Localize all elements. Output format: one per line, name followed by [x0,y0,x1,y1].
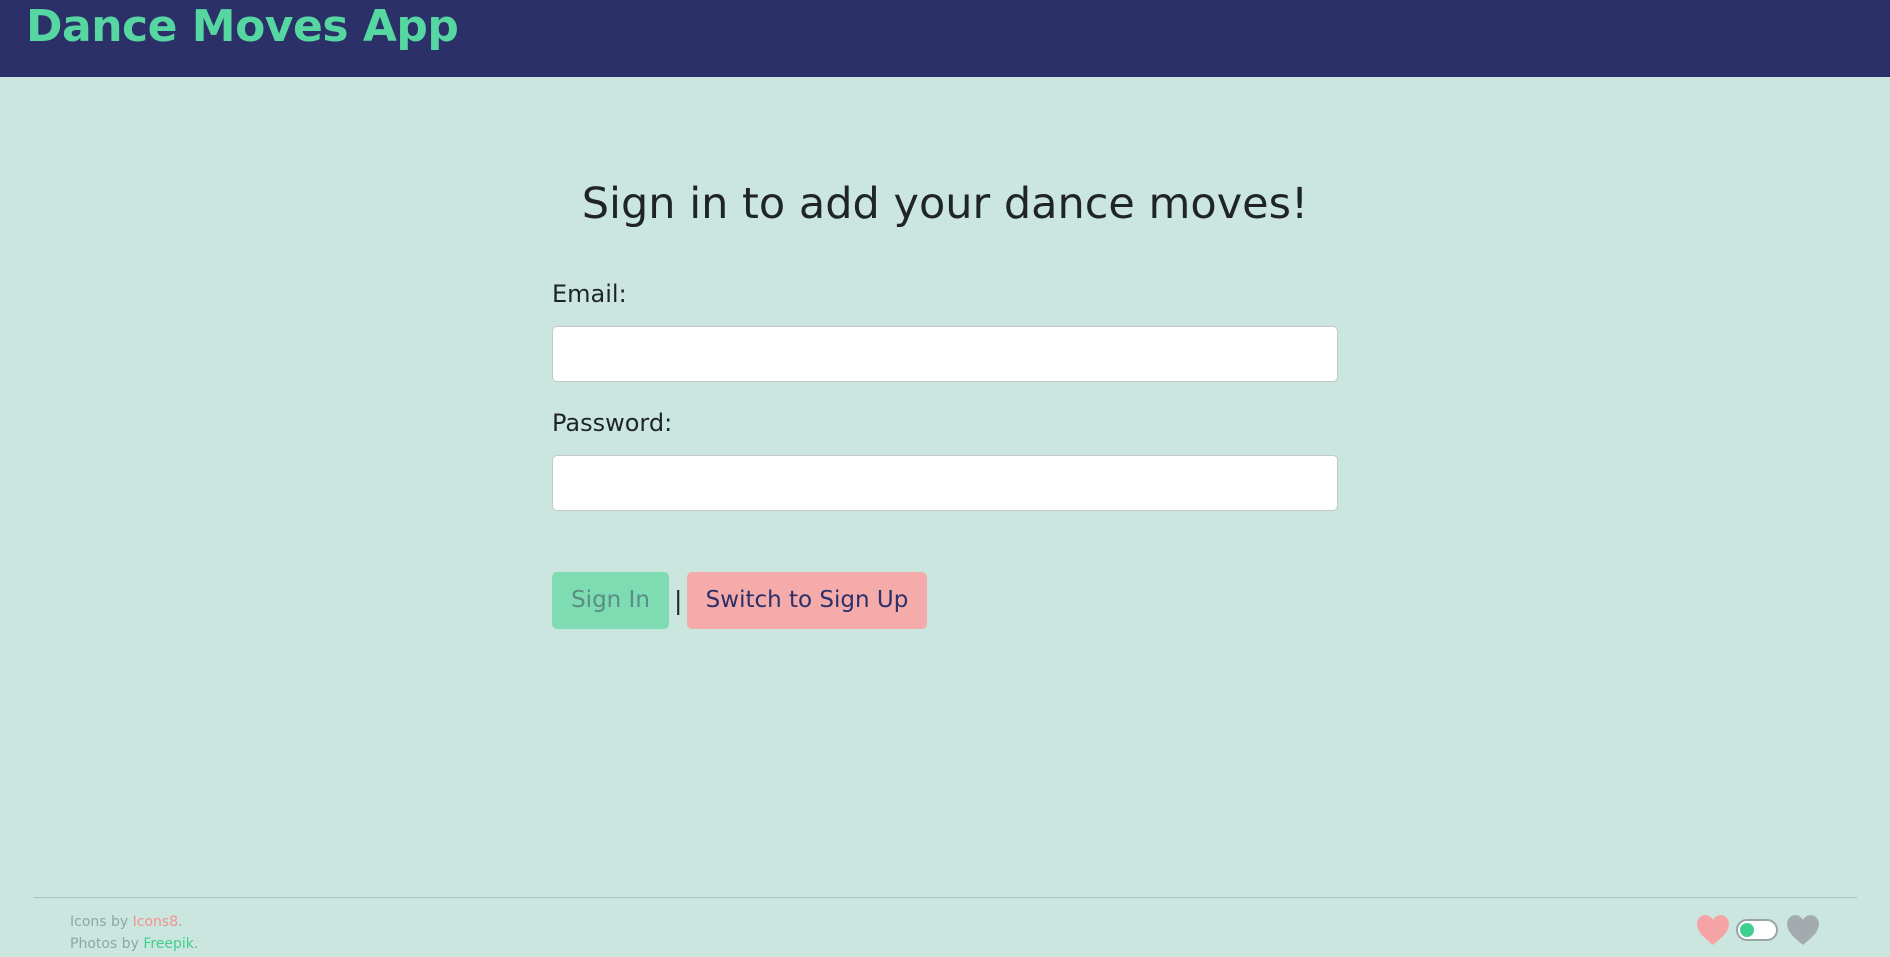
toggle-knob [1740,923,1754,937]
theme-toggle[interactable] [1736,919,1778,941]
password-label: Password: [552,409,673,437]
password-field[interactable] [552,455,1338,511]
photos-credit: Photos by Freepik. [70,933,198,955]
app-title[interactable]: Dance Moves App [26,0,459,54]
icons-credit: Icons by Icons8. [70,911,198,933]
icons-credit-prefix: Icons by [70,914,133,930]
top-navbar: Dance Moves App [0,0,1890,77]
button-separator: | [674,586,683,615]
heart-icon [1787,915,1819,945]
credits: Icons by Icons8. Photos by Freepik. [70,911,198,955]
photos-credit-suffix: . [193,936,199,952]
email-label: Email: [552,280,627,308]
icons8-link[interactable]: Icons8 [133,914,178,930]
heart-icon [1697,915,1729,945]
sign-in-button[interactable]: Sign In [552,572,669,629]
footer-divider [34,897,1857,898]
page-title: Sign in to add your dance moves! [581,179,1309,229]
photos-credit-prefix: Photos by [70,936,144,952]
freepik-link[interactable]: Freepik [143,936,194,952]
icons-credit-suffix: . [178,914,183,930]
email-field[interactable] [552,326,1338,382]
switch-to-sign-up-button[interactable]: Switch to Sign Up [687,572,927,629]
